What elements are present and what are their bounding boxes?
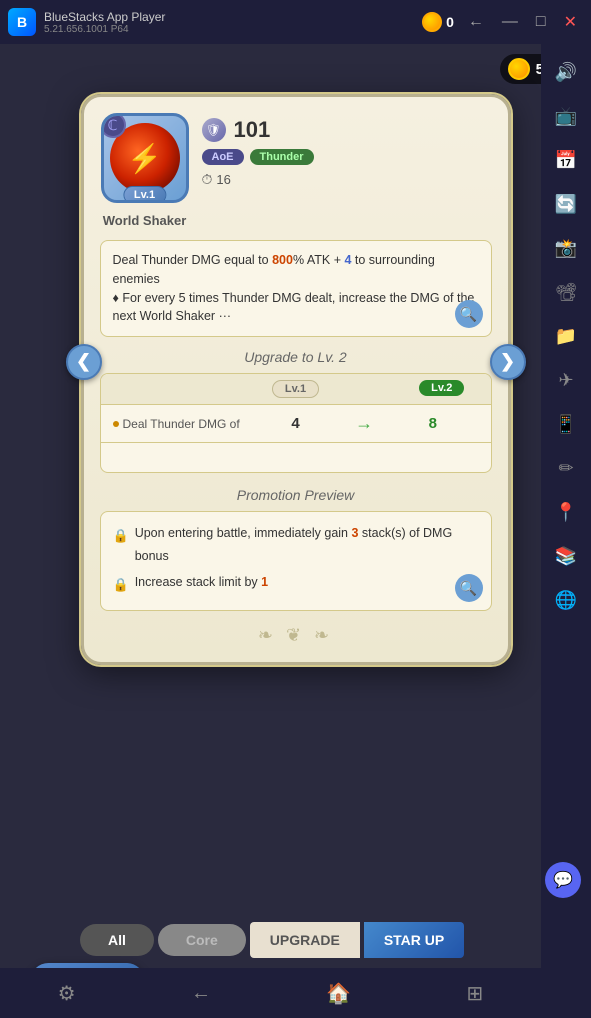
upgrade-title: Upgrade to Lv. 2 xyxy=(100,349,492,365)
promo-text-2: Increase stack limit by 1 xyxy=(135,571,268,594)
close-button[interactable]: ✕ xyxy=(558,12,583,32)
sidebar-icon-camera[interactable]: 📸 xyxy=(548,230,584,266)
promo-row-2: 🔒 Increase stack limit by 1 xyxy=(113,571,479,596)
upgrade-row-empty xyxy=(101,442,491,472)
main-area: 5402 ❮ ❯ ℂ ⚡ Lv.1 World Shaker xyxy=(0,44,591,1018)
discord-button[interactable]: 💬 xyxy=(545,862,581,898)
skill-card: ❮ ❯ ℂ ⚡ Lv.1 World Shaker 🛡 101 xyxy=(81,94,511,665)
upgrade-val-lv1: 4 xyxy=(250,415,342,432)
sidebar-icon-edit[interactable]: ✏ xyxy=(548,450,584,486)
sidebar-icon-display[interactable]: 📺 xyxy=(548,98,584,134)
promo-row-1: 🔒 Upon entering battle, immediately gain… xyxy=(113,522,479,567)
starup-button[interactable]: STAR UP xyxy=(364,922,464,958)
lv1-badge: Lv.1 xyxy=(272,380,319,398)
skill-level-number: 101 xyxy=(234,117,271,143)
desc-bullet: ♦ For every 5 times Thunder DMG dealt, i… xyxy=(113,291,475,324)
skill-level-badge: Lv.1 xyxy=(123,186,166,203)
sidebar-icon-record[interactable]: 📽 xyxy=(548,274,584,310)
sidebar-icon-volume[interactable]: 🔊 xyxy=(548,54,584,90)
skill-name: World Shaker xyxy=(103,213,187,228)
shield-icon: 🛡 xyxy=(202,118,226,142)
bottom-nav-home[interactable]: 🏠 xyxy=(318,973,359,1014)
card-decoration: ❧ ❦ ❧ xyxy=(100,625,492,646)
app-title: BlueStacks App Player xyxy=(44,10,414,24)
app-subtitle: 5.21.656.1001 P64 xyxy=(44,24,414,35)
upgrade-row-1: Deal Thunder DMG of 4 → 8 xyxy=(101,404,491,442)
sidebar-icon-calendar[interactable]: 📅 xyxy=(548,142,584,178)
description-box: Deal Thunder DMG equal to 800% ATK + 4 t… xyxy=(100,240,492,337)
bottom-nav-bar: ⚙ ← 🏠 ⊞ xyxy=(0,968,541,1018)
bottom-action-area: All Core UPGRADE STAR UP xyxy=(80,922,464,958)
tag-thunder: Thunder xyxy=(250,149,314,165)
skill-info: 🛡 101 AoE Thunder ⏱ 16 xyxy=(202,113,492,188)
lv2-badge: Lv.2 xyxy=(419,380,464,396)
sidebar-icon-location[interactable]: 📍 xyxy=(548,494,584,530)
desc-prefix: Deal Thunder DMG equal to xyxy=(113,253,273,267)
upgrade-val-lv2: 8 xyxy=(387,415,479,432)
upgrade-header-lv1: Lv.1 xyxy=(247,374,345,404)
sidebar-icon-sync[interactable]: 🔄 xyxy=(548,186,584,222)
sidebar-icon-mobile[interactable]: 📱 xyxy=(548,406,584,442)
cooldown-row: ⏱ 16 xyxy=(202,171,492,188)
nav-right-arrow[interactable]: ❯ xyxy=(490,344,526,380)
coin-count: 0 xyxy=(446,14,454,30)
excl-badge: ℂ xyxy=(101,113,126,138)
upgrade-header-lv2: Lv.2 xyxy=(393,374,491,404)
desc-mid: % ATK + xyxy=(293,253,345,267)
promotion-title: Promotion Preview xyxy=(100,487,492,503)
cooldown-icon: ⏱ xyxy=(202,171,213,188)
tag-aoe: AoE xyxy=(202,149,244,165)
title-bar-text: BlueStacks App Player 5.21.656.1001 P64 xyxy=(44,10,414,35)
titlebar-coin-area: 0 xyxy=(422,12,454,32)
promotion-box: 🔒 Upon entering battle, immediately gain… xyxy=(100,511,492,611)
sidebar-icon-plane[interactable]: ✈ xyxy=(548,362,584,398)
skill-level-row: 🛡 101 xyxy=(202,117,492,143)
promo-text-1: Upon entering battle, immediately gain 3… xyxy=(135,522,479,567)
bottom-nav-settings[interactable]: ⚙ xyxy=(50,973,84,1014)
promo-icon-2: 🔒 xyxy=(113,573,129,596)
card-header: ℂ ⚡ Lv.1 World Shaker 🛡 101 AoE Thunder … xyxy=(100,113,492,228)
promo-icon-1: 🔒 xyxy=(113,524,129,547)
desc-magnify-button[interactable]: 🔍 xyxy=(455,300,483,328)
upgrade-dot xyxy=(113,421,119,427)
sidebar-icon-globe[interactable]: 🌐 xyxy=(548,582,584,618)
sidebar-icon-layers[interactable]: 📚 xyxy=(548,538,584,574)
skill-icon-frame: ℂ ⚡ Lv.1 xyxy=(101,113,189,203)
upgrade-table: Lv.1 Lv.2 Deal Thunder DMG of 4 → 8 xyxy=(100,373,492,473)
upgrade-row-label: Deal Thunder DMG of xyxy=(113,417,250,431)
app-logo: B xyxy=(8,8,36,36)
back-button-titlebar[interactable]: ← xyxy=(462,13,490,31)
cooldown-value: 16 xyxy=(216,172,230,187)
tab-core[interactable]: Core xyxy=(158,924,246,956)
minimize-button[interactable]: — xyxy=(496,13,524,31)
maximize-button[interactable]: □ xyxy=(530,13,552,31)
bottom-nav-back[interactable]: ← xyxy=(183,974,219,1013)
top-coin-icon xyxy=(508,58,530,80)
tab-all[interactable]: All xyxy=(80,924,154,956)
nav-left-arrow[interactable]: ❮ xyxy=(66,344,102,380)
tags-row: AoE Thunder xyxy=(202,149,492,165)
bottom-nav-apps[interactable]: ⊞ xyxy=(459,973,492,1014)
coin-icon xyxy=(422,12,442,32)
desc-highlight-pct: 800 xyxy=(272,253,293,267)
sidebar-icon-folder[interactable]: 📁 xyxy=(548,318,584,354)
upgrade-arrow: → xyxy=(341,413,387,434)
skill-icon-wrapper: ℂ ⚡ Lv.1 World Shaker xyxy=(100,113,190,228)
window-controls[interactable]: ← — □ ✕ xyxy=(462,12,583,32)
upgrade-header-arrow xyxy=(344,374,393,404)
upgrade-header-label xyxy=(101,374,247,404)
upgrade-button[interactable]: UPGRADE xyxy=(250,922,360,958)
promo-magnify-button[interactable]: 🔍 xyxy=(455,574,483,602)
upgrade-header: Lv.1 Lv.2 xyxy=(101,374,491,404)
title-bar: B BlueStacks App Player 5.21.656.1001 P6… xyxy=(0,0,591,44)
